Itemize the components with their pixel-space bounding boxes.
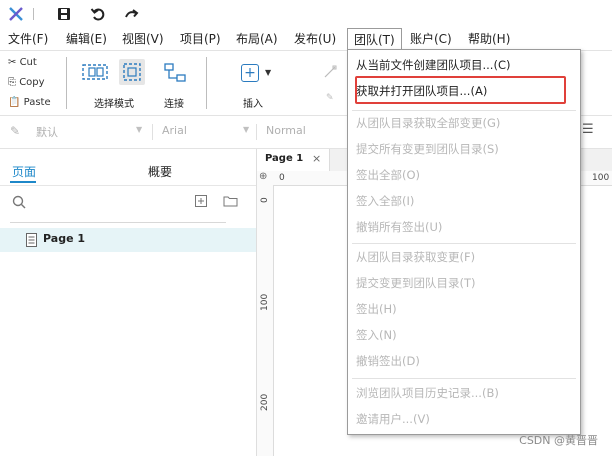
menu-edit[interactable]: 编辑(E) <box>66 31 107 47</box>
cut-button[interactable]: ✂ Cut <box>8 55 37 71</box>
app-logo-icon <box>8 6 24 22</box>
close-tab-icon[interactable]: × <box>312 152 321 165</box>
team-menu-check-out-all[interactable]: 签出全部(O) <box>348 164 580 186</box>
font-select[interactable]: Arial <box>162 124 187 137</box>
font-weight-select[interactable]: Normal <box>266 124 306 137</box>
font-dropdown-icon[interactable]: ▼ <box>243 125 249 134</box>
menu-file[interactable]: 文件(F) <box>8 31 48 47</box>
team-menu-get-all-changes[interactable]: 从团队目录获取全部变更(G) <box>348 112 580 134</box>
team-menu-commit-changes[interactable]: 提交变更到团队目录(T) <box>348 272 580 294</box>
tab-divider <box>0 185 256 186</box>
connect-label: 连接 <box>164 99 184 110</box>
team-menu-check-in[interactable]: 签入(N) <box>348 324 580 346</box>
search-icon[interactable] <box>12 195 26 209</box>
insert-dropdown-icon[interactable]: ▼ <box>265 68 271 77</box>
search-underline <box>10 222 226 223</box>
paste-icon: 📋 <box>8 97 21 108</box>
point-tool-icon[interactable] <box>323 65 337 79</box>
redo-icon[interactable] <box>124 6 140 22</box>
insert-plus-icon[interactable]: + <box>241 64 259 82</box>
point-tool-small-icon: ✎ <box>326 93 334 103</box>
paste-label: Paste <box>23 97 51 108</box>
toolbar-separator <box>66 57 67 109</box>
menu-view[interactable]: 视图(V) <box>122 31 164 47</box>
tab-outline[interactable]: 概要 <box>148 163 172 180</box>
team-menu-check-out[interactable]: 签出(H) <box>348 298 580 320</box>
select-intersect-icon[interactable] <box>82 63 108 81</box>
copy-icon: ⎘ <box>8 77 16 88</box>
menu-bar: 文件(F) 编辑(E) 视图(V) 项目(P) 布局(A) 发布(U) 团队(T… <box>0 28 612 51</box>
document-tab-label: Page 1 <box>265 153 304 164</box>
menu-layout[interactable]: 布局(A) <box>236 31 278 47</box>
tab-pages-underline <box>10 181 36 183</box>
page-list-item[interactable]: Page 1 <box>0 228 256 252</box>
left-panel: 页面 概要 Page 1 <box>0 149 257 456</box>
menu-project[interactable]: 项目(P) <box>180 31 221 47</box>
team-menu-undo-all-checkouts[interactable]: 撤销所有签出(U) <box>348 216 580 238</box>
team-menu-check-in-all[interactable]: 签入全部(I) <box>348 190 580 212</box>
cut-label: Cut <box>19 57 37 68</box>
undo-icon[interactable] <box>90 6 106 22</box>
highlight-annotation-box <box>355 76 566 104</box>
add-folder-icon[interactable] <box>223 195 238 207</box>
ruler-top-label: 0 <box>279 173 285 183</box>
page-icon <box>26 233 37 247</box>
save-icon[interactable] <box>56 6 72 22</box>
tab-pages[interactable]: 页面 <box>12 163 36 180</box>
page-list-label: Page 1 <box>43 232 86 245</box>
connect-icon[interactable] <box>163 62 187 84</box>
team-menu-get-changes[interactable]: 从团队目录获取变更(F) <box>348 246 580 268</box>
menu-team[interactable]: 团队(T) <box>347 28 402 51</box>
select-mode-label: 选择模式 <box>94 99 134 110</box>
add-page-icon[interactable] <box>195 195 207 207</box>
select-contain-icon[interactable] <box>119 59 145 85</box>
paste-button[interactable]: 📋 Paste <box>8 95 51 111</box>
style-select[interactable]: 默认 <box>36 124 58 140</box>
insert-label: 插入 <box>243 99 263 110</box>
ruler-top-label: 100 <box>592 173 610 183</box>
align-icon[interactable]: ☰ <box>582 122 594 137</box>
ruler-left-label: 100 <box>260 293 270 311</box>
menu-help[interactable]: 帮助(H) <box>468 31 510 47</box>
menu-account[interactable]: 账户(C) <box>410 31 452 47</box>
team-menu-invite-users[interactable]: 邀请用户...(V) <box>348 408 580 430</box>
team-menu-dropdown: 从当前文件创建团队项目...(C) 获取并打开团队项目...(A) 从团队目录获… <box>347 49 581 435</box>
copy-button[interactable]: ⎘ Copy <box>8 75 45 91</box>
menu-separator <box>352 378 576 379</box>
toolbar-separator-2 <box>206 57 207 109</box>
team-menu-browse-history[interactable]: 浏览团队项目历史记录...(B) <box>348 382 580 404</box>
document-tab[interactable]: Page 1 × <box>257 149 330 171</box>
team-menu-create-project[interactable]: 从当前文件创建团队项目...(C) <box>348 54 580 76</box>
crosshair-icon: ⊕ <box>259 171 268 182</box>
menu-publish[interactable]: 发布(U) <box>294 31 336 47</box>
scissors-icon: ✂ <box>8 57 17 68</box>
title-separator <box>33 8 34 20</box>
team-menu-undo-checkout[interactable]: 撤销签出(D) <box>348 350 580 372</box>
menu-separator <box>352 110 576 111</box>
team-menu-commit-all-changes[interactable]: 提交所有变更到团队目录(S) <box>348 138 580 160</box>
ruler-corner: ⊕ <box>257 171 274 186</box>
menu-separator <box>352 243 576 244</box>
ruler-left-label: 200 <box>260 393 270 411</box>
style-icon: ✎ <box>10 124 21 138</box>
format-separator <box>152 124 153 140</box>
title-bar <box>0 0 612 28</box>
vertical-ruler: 0 100 200 <box>257 185 274 456</box>
ruler-left-label: 0 <box>260 197 270 203</box>
copy-label: Copy <box>19 77 45 88</box>
style-dropdown-icon[interactable]: ▼ <box>136 125 142 134</box>
format-separator-2 <box>256 124 257 140</box>
watermark-text: CSDN @黄晋晋 <box>519 434 598 447</box>
